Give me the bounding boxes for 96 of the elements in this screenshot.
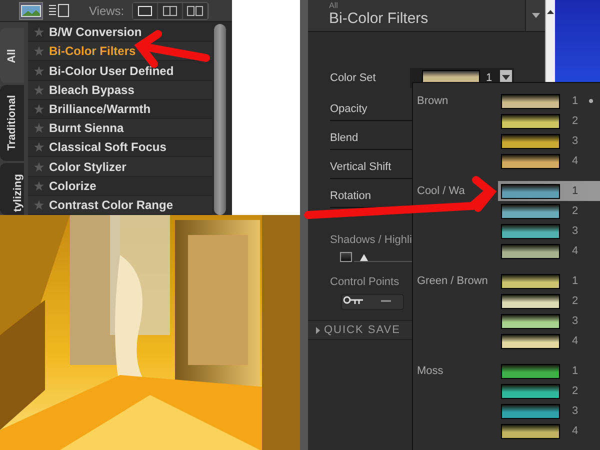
color-set-option[interactable]: 3 xyxy=(498,311,600,331)
landscape-icon xyxy=(21,4,41,16)
star-icon[interactable] xyxy=(34,142,44,152)
filter-item[interactable]: Color Stylizer xyxy=(28,157,212,177)
category-tab[interactable]: Traditional xyxy=(0,85,24,161)
split-pane-icon xyxy=(163,6,178,16)
control-point-button[interactable] xyxy=(341,294,404,310)
filter-label: Classical Soft Focus xyxy=(49,140,166,154)
filter-label: Bleach Bypass xyxy=(49,82,134,97)
group-label: Moss xyxy=(417,365,444,377)
option-number: 3 xyxy=(572,135,578,147)
color-set-option[interactable]: 4 xyxy=(498,151,600,171)
section-label: Shadows / Highli xyxy=(330,234,412,246)
option-number: 3 xyxy=(572,405,578,417)
color-set-option[interactable]: 2 xyxy=(498,291,600,311)
scrollbar[interactable] xyxy=(214,24,226,215)
control-label: Blend xyxy=(330,132,360,144)
control-label: Vertical Shift xyxy=(330,161,392,173)
option-number: 3 xyxy=(572,315,578,327)
two-pane-icon xyxy=(187,6,204,16)
option-number: 1 xyxy=(572,95,578,107)
star-icon[interactable] xyxy=(34,104,44,114)
key-icon xyxy=(342,296,364,305)
side-by-side-view-button[interactable] xyxy=(183,2,208,18)
option-number: 2 xyxy=(572,205,578,217)
filter-item[interactable]: Bleach Bypass xyxy=(28,80,212,100)
thumbnail-view-button[interactable] xyxy=(19,2,43,20)
color-set-option[interactable]: 1 xyxy=(498,361,600,381)
star-icon[interactable] xyxy=(34,84,44,95)
color-set-option[interactable]: 1 xyxy=(498,91,600,111)
color-set-option[interactable]: 4 xyxy=(498,331,600,351)
filter-label: Contrast Color Range xyxy=(49,198,174,212)
option-number: 3 xyxy=(572,225,578,237)
filter-label: Color Stylizer xyxy=(49,160,126,174)
filter-menu-button[interactable] xyxy=(525,0,545,31)
color-set-option[interactable]: 4 xyxy=(498,421,600,441)
slider-thumb[interactable] xyxy=(360,254,368,260)
caret-icon xyxy=(502,75,510,80)
views-label: Views: xyxy=(89,4,124,18)
control-label: Opacity xyxy=(330,103,368,115)
single-pane-icon xyxy=(138,6,152,16)
option-number: 1 xyxy=(572,275,578,287)
option-number: 4 xyxy=(572,245,578,257)
group-label: Brown xyxy=(417,95,448,107)
filter-item[interactable]: Contrast Color Range xyxy=(28,196,212,215)
list-icon xyxy=(49,4,69,17)
option-number: 2 xyxy=(572,385,578,397)
color-set-option[interactable]: 2 xyxy=(498,111,600,131)
color-set-option[interactable]: 4 xyxy=(498,241,600,261)
star-icon[interactable] xyxy=(34,66,44,76)
color-set-option[interactable]: 1 xyxy=(498,181,600,201)
filter-title: Bi-Color Filters xyxy=(329,10,430,27)
control-label: Rotation xyxy=(330,190,372,202)
filter-label: B/W Conversion xyxy=(49,25,142,40)
star-icon[interactable] xyxy=(34,180,44,191)
color-set-option[interactable]: 1 xyxy=(498,271,600,291)
option-number: 2 xyxy=(572,115,578,127)
color-set-option[interactable]: 2 xyxy=(498,381,600,401)
filter-label: Colorize xyxy=(49,178,96,193)
option-number: 4 xyxy=(572,425,578,437)
option-number: 4 xyxy=(572,155,578,167)
option-number: 1 xyxy=(572,365,578,377)
single-view-button[interactable] xyxy=(133,2,158,18)
filter-item[interactable]: Colorize xyxy=(28,176,212,196)
filter-label: Bi-Color Filters xyxy=(49,44,136,58)
star-icon[interactable] xyxy=(34,200,44,210)
caret-icon xyxy=(316,326,320,334)
color-swatch xyxy=(340,252,352,262)
category-label: All xyxy=(329,1,339,10)
star-icon[interactable] xyxy=(34,46,44,56)
split-view-button[interactable] xyxy=(158,2,184,18)
color-set-option[interactable]: 3 xyxy=(498,221,600,241)
option-number: 1 xyxy=(572,185,578,197)
option-number: 4 xyxy=(572,335,578,347)
caret-icon xyxy=(532,13,540,18)
scroll-up-icon xyxy=(547,10,554,14)
color-set-option[interactable]: 3 xyxy=(498,401,600,421)
list-view-button[interactable] xyxy=(47,2,71,20)
category-tab[interactable]: All xyxy=(0,28,24,84)
color-set-option[interactable]: 3 xyxy=(498,131,600,151)
minus-icon xyxy=(380,300,390,302)
control-label: Color Set xyxy=(330,72,377,84)
star-icon[interactable] xyxy=(34,27,44,38)
option-number: 2 xyxy=(572,295,578,307)
filter-item[interactable]: Burnt Sienna xyxy=(28,119,212,138)
group-label: Green / Brown xyxy=(417,275,488,287)
filter-label: Brilliance/Warmth xyxy=(49,102,151,116)
group-label: Cool / Wa xyxy=(417,185,465,197)
section-label: Control Points xyxy=(330,276,400,288)
star-icon[interactable] xyxy=(34,123,44,134)
color-set-option[interactable]: 2 xyxy=(498,201,600,221)
category-tab[interactable]: tylizing xyxy=(0,162,24,215)
filter-label: Bi-Color User Defined xyxy=(49,64,174,78)
star-icon[interactable] xyxy=(34,162,44,172)
scrollbar[interactable] xyxy=(545,0,556,82)
filter-label: Burnt Sienna xyxy=(49,121,124,136)
